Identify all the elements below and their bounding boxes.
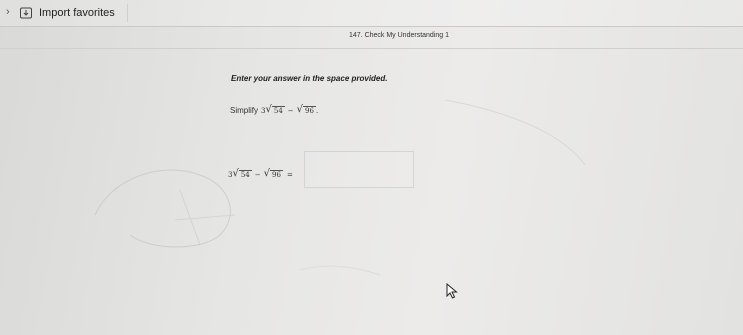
problem-prompt: Simplify 3 √ 54 − √ 96 . — [230, 105, 318, 116]
prompt-radical-1: √ 54 — [265, 104, 285, 115]
prompt-radicand-2: 96 — [303, 106, 316, 115]
question-header: 147. Check My Understanding 1 — [349, 32, 449, 39]
answer-radicand-2: 96 — [270, 170, 283, 179]
answer-minus: − — [254, 170, 261, 179]
import-favorites-label: Import favorites — [39, 7, 115, 19]
import-favorites-button[interactable]: Import favorites — [19, 5, 115, 21]
toolbar-divider — [127, 4, 128, 22]
answer-radical-1: √ 54 — [232, 168, 252, 179]
answer-equals: = — [286, 170, 293, 179]
import-icon — [20, 7, 32, 19]
answer-input-box[interactable] — [304, 151, 417, 189]
answer-radical-2: √ 96 — [263, 168, 283, 179]
prompt-period: . — [315, 106, 319, 115]
instruction-text: Enter your answer in the space provided. — [231, 74, 388, 83]
prompt-expression: 3 √ 54 − √ 96 . — [261, 105, 318, 116]
mouse-pointer-icon — [446, 283, 458, 299]
answer-radicand-1: 54 — [238, 170, 252, 179]
answer-expression: 3 √ 54 − √ 96 = — [228, 169, 293, 180]
chevron-right-icon[interactable]: › — [6, 6, 10, 18]
header-divider — [0, 48, 743, 49]
prompt-label: Simplify — [230, 106, 259, 115]
prompt-radical-2: √ 96 — [296, 104, 316, 115]
prompt-minus: − — [287, 106, 294, 115]
prompt-radicand-1: 54 — [271, 106, 285, 115]
answer-math: 3 √ 54 − √ 96 = — [228, 169, 293, 180]
answer-input[interactable] — [305, 152, 417, 189]
browser-favorites-bar: › Import favorites — [0, 0, 743, 27]
